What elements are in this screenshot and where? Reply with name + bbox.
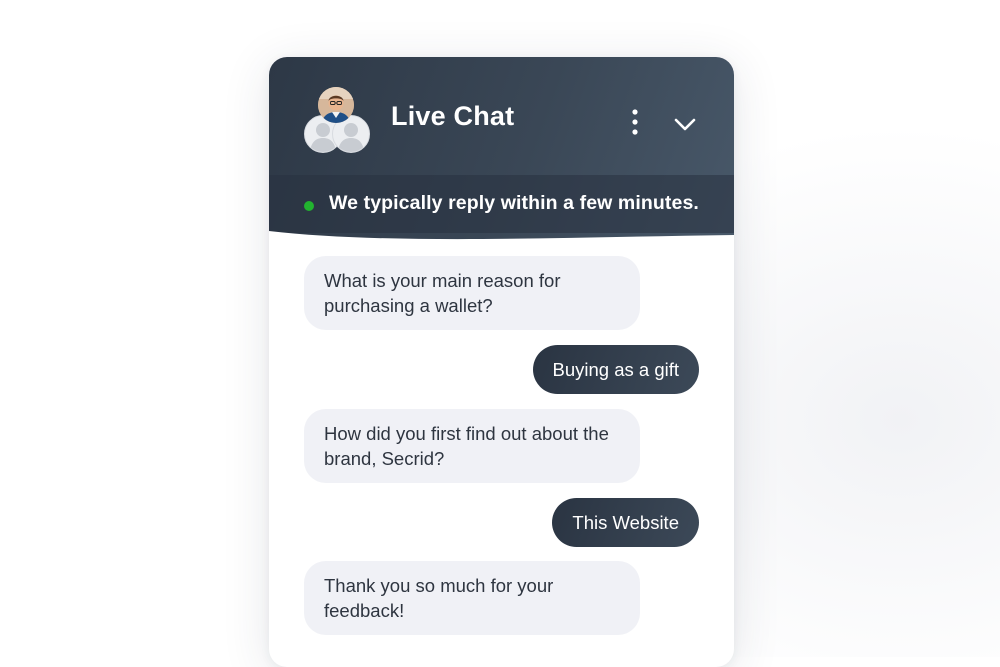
- chat-header: Live Chat We typically reply within a fe…: [269, 57, 734, 245]
- agent-avatar: [318, 87, 354, 123]
- message-list: What is your main reason for purchasing …: [269, 243, 734, 667]
- agent-avatars: [302, 85, 372, 155]
- vertical-dots-icon[interactable]: [625, 107, 645, 137]
- bot-message: Thank you so much for your feedback!: [304, 561, 640, 635]
- status-text: We typically reply within a few minutes.: [329, 192, 699, 214]
- header-wave: [269, 231, 734, 245]
- chat-title: Live Chat: [391, 101, 515, 131]
- bot-message: What is your main reason for purchasing …: [304, 256, 640, 330]
- bot-message: How did you first find out about the bra…: [304, 409, 640, 483]
- online-status-dot: [304, 201, 314, 211]
- user-message: This Website: [552, 498, 699, 547]
- live-chat-widget: Live Chat We typically reply within a fe…: [269, 57, 734, 667]
- chevron-down-icon[interactable]: [672, 113, 698, 135]
- user-message: Buying as a gift: [532, 345, 699, 394]
